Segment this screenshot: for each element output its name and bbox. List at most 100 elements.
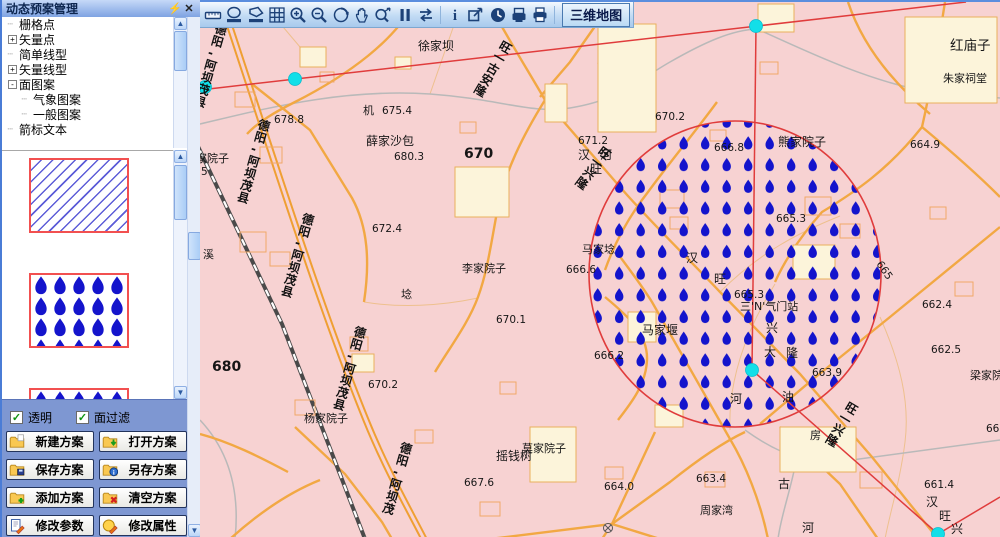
map-label: 古 xyxy=(778,476,790,491)
scroll-down-button[interactable]: ▼ xyxy=(174,386,187,399)
map-label: 朱家祠堂 xyxy=(943,71,987,85)
scroll-thumb[interactable] xyxy=(174,165,187,220)
pattern-list xyxy=(2,150,173,400)
checkbox-label: 透明 xyxy=(28,409,52,426)
measure-distance-icon[interactable] xyxy=(203,3,223,27)
scroll-thumb[interactable] xyxy=(174,31,187,71)
expand-icon[interactable]: + xyxy=(8,65,17,74)
grid-icon[interactable] xyxy=(267,3,287,27)
folder-clear-button[interactable]: 清空方案 xyxy=(99,487,187,508)
print-icon[interactable] xyxy=(530,3,550,27)
tree-item-1[interactable]: ┄栅格点 xyxy=(2,17,173,32)
map-label: 664.0 xyxy=(604,481,634,493)
button-label: 打开方案 xyxy=(121,433,184,450)
info-icon[interactable]: i xyxy=(445,3,465,27)
map-label: 河 xyxy=(730,392,742,406)
close-icon[interactable]: ✕ xyxy=(182,2,196,16)
map-label: 680.3 xyxy=(394,151,424,163)
tree-item-5[interactable]: -面图案 xyxy=(2,77,173,92)
map-label: 旺 xyxy=(714,272,726,286)
clock-icon[interactable] xyxy=(487,3,507,27)
button-label: 清空方案 xyxy=(121,489,184,506)
map-label: 661.4 xyxy=(924,479,954,491)
collapse-icon[interactable]: - xyxy=(8,80,17,89)
map-canvas[interactable]: 徐家坝红庙子朱家祠堂熊家院子678.8机675.4薛家沙包680.3670670… xyxy=(200,2,1000,537)
edit-props-button[interactable]: 修改属性 xyxy=(99,515,187,536)
map-label: 汉 xyxy=(926,495,938,509)
folder-save-icon xyxy=(9,462,25,478)
vertex-handle[interactable] xyxy=(932,528,945,537)
tree-line: ┄ xyxy=(22,94,32,105)
map-label: 马家埝 xyxy=(582,242,615,256)
map-label: 666.6 xyxy=(566,264,596,276)
toolbar-separator xyxy=(440,6,441,24)
edit-params-button[interactable]: 修改参数 xyxy=(6,515,94,536)
button-label: 保存方案 xyxy=(28,461,91,478)
zoom-in-icon[interactable] xyxy=(288,3,308,27)
map-label: 薛家沙包 xyxy=(366,133,414,148)
zoom-window-icon[interactable] xyxy=(373,3,393,27)
scroll-up-button[interactable]: ▲ xyxy=(174,17,187,30)
map-label: 662.5 xyxy=(931,344,961,356)
plan-manager-panel: 动态预案管理 ⚡ ✕ ┄栅格点+矢量点┄简单线型+矢量线型-面图案┄气象图案┄一… xyxy=(0,0,200,537)
tree-item-6[interactable]: ┄气象图案 xyxy=(2,92,173,107)
folder-add-button[interactable]: 添加方案 xyxy=(6,487,94,508)
checkbox-面过滤[interactable]: ✓面过滤 xyxy=(76,409,130,426)
map-label: 670.2 xyxy=(655,111,685,123)
tree-item-3[interactable]: ┄简单线型 xyxy=(2,47,173,62)
map-label: 机 xyxy=(363,103,374,117)
map-label: 5 xyxy=(201,166,208,178)
vertex-handle[interactable] xyxy=(746,364,759,377)
map-viewport[interactable]: 徐家坝红庙子朱家祠堂熊家院子678.8机675.4薛家沙包680.3670670… xyxy=(200,0,1000,537)
reset-view-icon[interactable] xyxy=(331,3,351,27)
tree-line: ┄ xyxy=(8,49,18,60)
panel-title: 动态预案管理 xyxy=(6,0,78,17)
measure-circle-icon[interactable] xyxy=(224,3,244,27)
checkbox-icon[interactable]: ✓ xyxy=(76,411,89,424)
map-label: 670.2 xyxy=(368,379,398,391)
map-label: 埝 xyxy=(401,287,412,301)
measure-polygon-icon[interactable] xyxy=(246,3,266,27)
map-label: 溪 xyxy=(203,248,214,261)
map-label: 663.9 xyxy=(812,367,842,379)
button-label: 修改属性 xyxy=(121,517,184,534)
checkbox-icon[interactable]: ✓ xyxy=(10,411,23,424)
checkbox-透明[interactable]: ✓ 透明 xyxy=(10,409,52,426)
folder-open-button[interactable]: 打开方案 xyxy=(99,431,187,452)
map-label: 680 xyxy=(212,359,241,375)
map-label: 666.8 xyxy=(714,142,744,154)
pause-icon[interactable] xyxy=(394,3,414,27)
folder-new-button[interactable]: 新建方案 xyxy=(6,431,94,452)
folder-save-button[interactable]: 保存方案 xyxy=(6,459,94,480)
vertex-handle[interactable] xyxy=(289,73,302,86)
tree-line: ┄ xyxy=(8,124,18,135)
filter-options: ✓ 透明 ✓面过滤 xyxy=(2,400,187,431)
scroll-up-button[interactable]: ▲ xyxy=(174,150,187,163)
tree-item-7[interactable]: ┄一般图案 xyxy=(2,107,173,122)
pattern-swatch-diagonal-hatch[interactable] xyxy=(29,158,129,233)
map-label: 664.9 xyxy=(910,139,940,151)
expand-icon[interactable]: + xyxy=(8,35,17,44)
folder-info-button[interactable]: i另存方案 xyxy=(99,459,187,480)
tree-item-2[interactable]: +矢量点 xyxy=(2,32,173,47)
swap-icon[interactable] xyxy=(416,3,436,27)
map-label: 672.4 xyxy=(372,223,402,235)
map-label: 66 xyxy=(986,423,1000,435)
vertex-handle[interactable] xyxy=(750,20,763,33)
zoom-out-icon[interactable] xyxy=(309,3,329,27)
tree-item-4[interactable]: +矢量线型 xyxy=(2,62,173,77)
tree-item-8[interactable]: ┄箭标文本 xyxy=(2,122,173,137)
plan-area-circle[interactable] xyxy=(589,121,881,427)
pan-hand-icon[interactable] xyxy=(352,3,372,27)
pattern-scrollbar[interactable]: ▲▼ xyxy=(173,150,188,399)
pin-icon[interactable]: ⚡ xyxy=(168,2,182,16)
tree-scrollbar[interactable]: ▲ xyxy=(173,17,188,148)
map-3d-button[interactable]: 三维地图 xyxy=(562,3,630,27)
export-icon[interactable] xyxy=(466,3,486,27)
button-label: 添加方案 xyxy=(28,489,91,506)
map-label: 熊家院子 xyxy=(778,134,826,149)
map-label: 670.1 xyxy=(496,314,526,326)
print-dark-icon[interactable] xyxy=(509,3,529,27)
pattern-swatch-blue-drops[interactable] xyxy=(29,273,129,348)
map-label: 三'N'气门站 xyxy=(740,299,798,313)
